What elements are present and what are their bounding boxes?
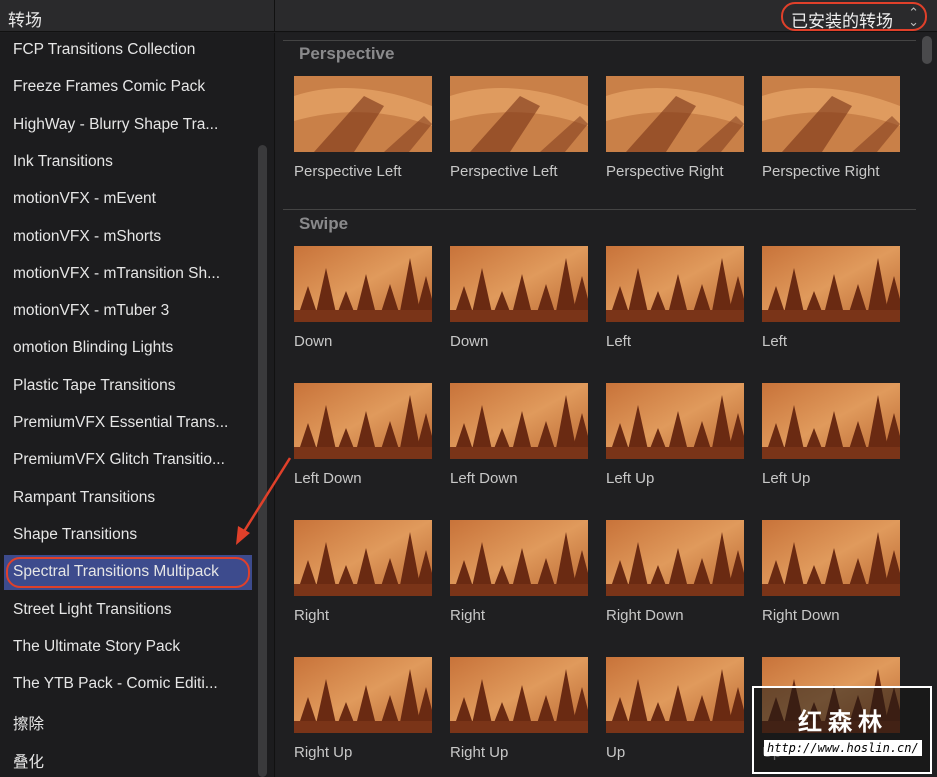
sidebar-item[interactable]: 擦除 — [4, 704, 252, 739]
watermark-logo: 红森林 — [798, 709, 888, 736]
sidebar-item[interactable]: PremiumVFX Essential Trans... — [4, 406, 252, 441]
sidebar-item[interactable]: Plastic Tape Transitions — [4, 369, 252, 404]
sidebar-item-label: Street Light Transitions — [13, 600, 172, 618]
transition-thumbnail[interactable] — [762, 246, 900, 322]
sidebar-item-label: Ink Transitions — [13, 152, 113, 170]
transition-thumbnail[interactable] — [606, 657, 744, 733]
transition-label: Perspective Left — [294, 163, 402, 180]
watermark-url: http://www.hoslin.cn/ — [764, 740, 922, 756]
sidebar-item[interactable]: Spectral Transitions Multipack — [4, 555, 252, 591]
transition-thumbnail[interactable] — [606, 246, 744, 322]
sidebar-item-label: omotion Blinding Lights — [13, 339, 174, 357]
installed-transitions-dropdown[interactable]: 已安装的转场 ⌃ ⌄ — [781, 2, 927, 31]
transition-thumbnail[interactable] — [294, 520, 432, 596]
transition-label: Left Down — [294, 470, 362, 487]
transition-thumbnail[interactable] — [762, 76, 900, 152]
sidebar-scrollbar[interactable] — [258, 145, 267, 777]
sidebar-item-label: HighWay - Blurry Shape Tra... — [13, 115, 219, 133]
transition-label: Perspective Right — [762, 163, 880, 180]
sidebar-item[interactable]: motionVFX - mEvent — [4, 182, 252, 217]
sidebar-item-label: Freeze Frames Comic Pack — [13, 78, 206, 96]
sidebar-item[interactable]: The Ultimate Story Pack — [4, 630, 252, 665]
section-title: Perspective — [299, 44, 395, 63]
transition-label: Down — [450, 333, 489, 350]
watermark: 红森林 http://www.hoslin.cn/ — [752, 686, 932, 774]
transition-label: Left — [762, 333, 788, 350]
transition-thumbnail[interactable] — [762, 520, 900, 596]
sidebar-item-label: motionVFX - mShorts — [13, 227, 162, 245]
sidebar-item-label: FCP Transitions Collection — [13, 41, 196, 58]
transition-label: Right Up — [294, 744, 353, 761]
transition-thumbnail[interactable] — [762, 383, 900, 459]
transition-thumbnail[interactable] — [294, 76, 432, 152]
chevron-updown-icon: ⌃ ⌄ — [908, 5, 919, 29]
sidebar-item[interactable]: omotion Blinding Lights — [4, 331, 252, 366]
sidebar-item[interactable]: 叠化 — [4, 742, 252, 777]
divider — [283, 40, 916, 41]
transition-thumbnail[interactable] — [450, 520, 588, 596]
browser-scrollbar[interactable] — [922, 36, 932, 64]
divider — [283, 209, 916, 210]
section-title: Swipe — [299, 214, 349, 233]
sidebar-item[interactable]: HighWay - Blurry Shape Tra... — [4, 108, 252, 143]
transition-thumbnail[interactable] — [294, 383, 432, 459]
transition-label: Right — [294, 607, 330, 624]
transition-thumbnail[interactable] — [294, 657, 432, 733]
sidebar-item[interactable]: PremiumVFX Glitch Transitio... — [4, 443, 252, 478]
transition-label: Right Down — [762, 607, 840, 624]
sidebar-item[interactable]: Freeze Frames Comic Pack — [4, 70, 252, 105]
sidebar-item-label: The Ultimate Story Pack — [13, 637, 181, 655]
sidebar-item[interactable]: FCP Transitions Collection — [4, 33, 252, 68]
sidebar-item-label: 擦除 — [13, 716, 45, 734]
transition-label: Left — [606, 333, 632, 350]
sidebar-item[interactable]: motionVFX - mShorts — [4, 220, 252, 255]
sidebar-item[interactable]: Street Light Transitions — [4, 593, 252, 628]
sidebar-item-label: PremiumVFX Glitch Transitio... — [13, 451, 225, 469]
sidebar-item[interactable]: Ink Transitions — [4, 145, 252, 180]
transition-label: Left Up — [606, 470, 655, 487]
dropdown-value: 已安装的转场 — [791, 12, 893, 31]
transition-label: Perspective Left — [450, 163, 558, 180]
sidebar-item[interactable]: Shape Transitions — [4, 518, 252, 553]
sidebar-item-label: motionVFX - mTransition Sh... — [13, 264, 221, 282]
transition-thumbnail[interactable] — [450, 657, 588, 733]
sidebar-item-label: Rampant Transitions — [13, 488, 156, 506]
transition-label: Right Up — [450, 744, 509, 761]
sidebar-item-label: 叠化 — [13, 753, 45, 771]
sidebar-item[interactable]: motionVFX - mTuber 3 — [4, 294, 252, 329]
sidebar-item-label: Shape Transitions — [13, 525, 138, 543]
transition-thumbnail[interactable] — [450, 76, 588, 152]
transition-label: Down — [294, 333, 333, 350]
transition-label: Right Down — [606, 607, 684, 624]
sidebar-item-label: Plastic Tape Transitions — [13, 376, 176, 394]
sidebar-item-label: PremiumVFX Essential Trans... — [13, 414, 229, 431]
divider — [274, 0, 275, 32]
transition-label: Left Up — [762, 470, 811, 487]
transition-label: Perspective Right — [606, 163, 724, 180]
sidebar: FCP Transitions Collection Freeze Frames … — [0, 33, 275, 777]
transition-label: Left Down — [450, 470, 518, 487]
sidebar-item-label: The YTB Pack - Comic Editi... — [13, 675, 218, 693]
transition-thumbnail[interactable] — [450, 246, 588, 322]
transition-thumbnail[interactable] — [450, 383, 588, 459]
transition-thumbnail[interactable] — [294, 246, 432, 322]
transition-label: Right — [450, 607, 486, 624]
transition-thumbnail[interactable] — [606, 76, 744, 152]
sidebar-item-label: motionVFX - mTuber 3 — [13, 302, 170, 320]
transition-label: Up — [606, 744, 626, 761]
sidebar-item[interactable]: The YTB Pack - Comic Editi... — [4, 667, 252, 702]
sidebar-item[interactable]: Rampant Transitions — [4, 481, 252, 516]
header: 转场 已安装的转场 ⌃ ⌄ — [0, 0, 937, 32]
highlight-ring — [6, 557, 250, 589]
panel-title: 转场 — [8, 11, 42, 30]
sidebar-item[interactable]: motionVFX - mTransition Sh... — [4, 257, 252, 292]
transition-thumbnail[interactable] — [606, 383, 744, 459]
sidebar-item-label: motionVFX - mEvent — [13, 190, 156, 208]
transition-thumbnail[interactable] — [606, 520, 744, 596]
